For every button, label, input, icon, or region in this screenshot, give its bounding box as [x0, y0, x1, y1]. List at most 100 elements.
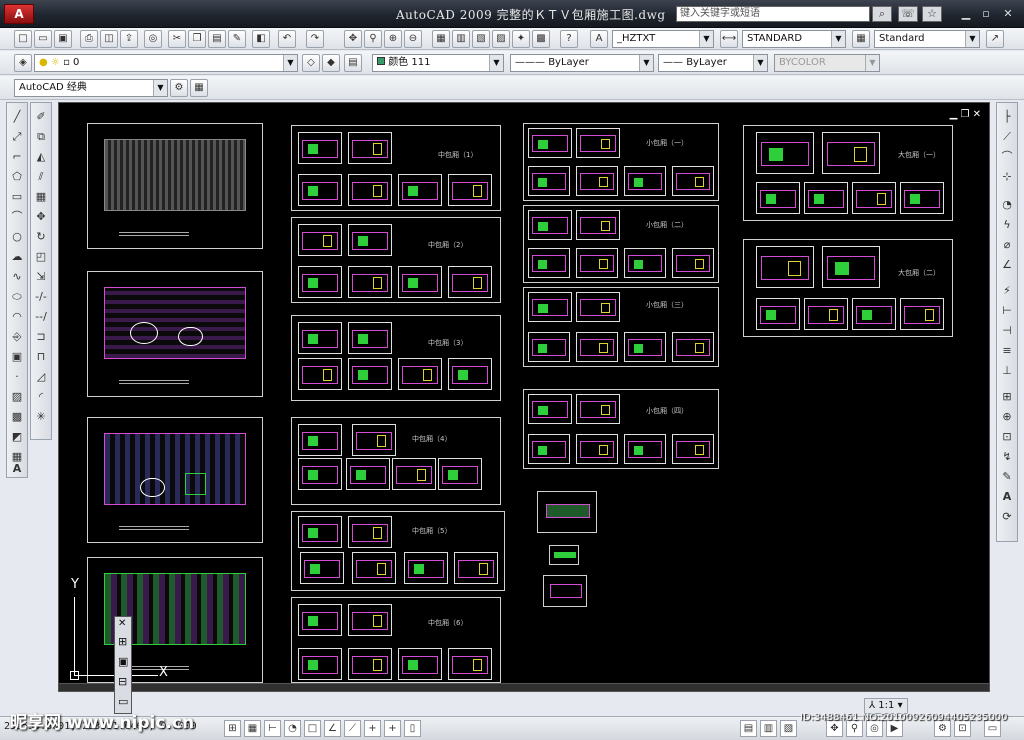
new-icon[interactable]: □: [14, 30, 32, 48]
dynamic-input-icon[interactable]: +: [364, 720, 381, 737]
point-icon[interactable]: ·: [9, 369, 25, 385]
lineweight-toggle-icon[interactable]: +: [384, 720, 401, 737]
gradient-icon[interactable]: ▩: [9, 409, 25, 425]
quick-dim-icon[interactable]: ⚡: [999, 283, 1015, 299]
linear-dim-icon[interactable]: ├: [999, 109, 1015, 125]
continue-dim-icon[interactable]: ⊣: [999, 323, 1015, 339]
dim-text-edit-icon[interactable]: A: [999, 489, 1015, 505]
line-icon[interactable]: ╱: [9, 109, 25, 125]
preview-icon[interactable]: ◫: [100, 30, 118, 48]
grid-display-icon[interactable]: ▦: [244, 720, 261, 737]
dim-break-icon[interactable]: ⊥: [999, 363, 1015, 379]
polygon-icon[interactable]: ⬠: [9, 169, 25, 185]
save-icon[interactable]: ▣: [54, 30, 72, 48]
block-editor-icon[interactable]: ◧: [252, 30, 270, 48]
layer-states-icon[interactable]: ◆: [322, 54, 340, 72]
viewport-minimize-icon[interactable]: ▁: [950, 109, 958, 120]
jogged-dim-icon[interactable]: ϟ: [999, 217, 1015, 233]
maximize-icon[interactable]: ▫: [978, 7, 994, 21]
tolerance-icon[interactable]: ⊞: [999, 389, 1015, 405]
floating-close-icon[interactable]: ✕: [118, 618, 126, 629]
viewport-restore-icon[interactable]: ❐: [960, 109, 969, 120]
stretch-icon[interactable]: ⇲: [33, 269, 49, 285]
model-space-icon[interactable]: ▤: [740, 720, 757, 737]
horizontal-scrollbar[interactable]: [59, 683, 989, 691]
layer-match-icon[interactable]: ▤: [344, 54, 362, 72]
sheet-set-icon[interactable]: ▨: [492, 30, 510, 48]
workspace-save-icon[interactable]: ▦: [190, 79, 208, 97]
layer-icon[interactable]: ◈: [14, 54, 32, 72]
object-snap-icon[interactable]: □: [304, 720, 321, 737]
text-icon[interactable]: A: [9, 461, 25, 477]
dynamic-ucs-icon[interactable]: ⟋: [344, 720, 361, 737]
print-icon[interactable]: ⎙: [80, 30, 98, 48]
paste-icon[interactable]: ▤: [208, 30, 226, 48]
dim-style-select[interactable]: STANDARD ▼: [742, 30, 846, 48]
mirror-icon[interactable]: ◭: [33, 149, 49, 165]
arc-icon[interactable]: ⌒: [9, 209, 25, 225]
region-icon[interactable]: ◩: [9, 429, 25, 445]
erase-icon[interactable]: ✐: [33, 109, 49, 125]
aligned-dim-icon[interactable]: ⟋: [999, 129, 1015, 145]
rotate-icon[interactable]: ↻: [33, 229, 49, 245]
layer-select[interactable]: ● ☼ ▫ 0 ▼: [34, 54, 298, 72]
tool-palettes-icon[interactable]: ▧: [472, 30, 490, 48]
explode-icon[interactable]: ✳: [33, 409, 49, 425]
ellipse-arc-icon[interactable]: ◠: [9, 309, 25, 325]
minimize-icon[interactable]: ▁: [958, 7, 974, 21]
radius-dim-icon[interactable]: ◔: [999, 197, 1015, 213]
search-icon[interactable]: ⌕: [872, 6, 892, 22]
scale-icon[interactable]: ◰: [33, 249, 49, 265]
tool-1-icon[interactable]: ⊞: [118, 635, 127, 648]
app-menu-button[interactable]: A: [4, 4, 34, 24]
layout-2-icon[interactable]: ▧: [780, 720, 797, 737]
break-icon[interactable]: ⊐: [33, 329, 49, 345]
markup-icon[interactable]: ✦: [512, 30, 530, 48]
ordinate-dim-icon[interactable]: ⊹: [999, 169, 1015, 185]
ellipse-icon[interactable]: ⬭: [9, 289, 25, 305]
lineweight-select[interactable]: —— ByLayer ▼: [658, 54, 768, 72]
zoom-window-icon[interactable]: ⊕: [384, 30, 402, 48]
make-block-icon[interactable]: ▣: [9, 349, 25, 365]
dim-update-icon[interactable]: ⟳: [999, 509, 1015, 525]
linetype-select[interactable]: ——— ByLayer ▼: [510, 54, 654, 72]
offset-icon[interactable]: ⫽: [33, 169, 49, 185]
calculator-icon[interactable]: ▩: [532, 30, 550, 48]
move-icon[interactable]: ✥: [33, 209, 49, 225]
dim-style-icon[interactable]: ⟷: [720, 30, 738, 48]
spline-icon[interactable]: ∿: [9, 269, 25, 285]
quick-properties-icon[interactable]: ▯: [404, 720, 421, 737]
extend-icon[interactable]: --/: [33, 309, 49, 325]
text-style-select[interactable]: _HZTXT ▼: [612, 30, 714, 48]
layer-previous-icon[interactable]: ◇: [302, 54, 320, 72]
tool-4-icon[interactable]: ▭: [118, 695, 128, 708]
angular-dim-icon[interactable]: ∠: [999, 257, 1015, 273]
circle-icon[interactable]: ○: [9, 229, 25, 245]
favorites-icon[interactable]: ☆: [922, 6, 942, 22]
table-style-icon[interactable]: ▦: [852, 30, 870, 48]
redo-icon[interactable]: ↷: [306, 30, 324, 48]
open-icon[interactable]: ▭: [34, 30, 52, 48]
model-space-canvas[interactable]: ▁ ❐ ✕ 中包厢（1） 中包厢（2） 中包厢（3） 中包厢（4） 中包厢（5）…: [58, 102, 990, 692]
search-input[interactable]: 键入关键字或短语: [676, 6, 870, 22]
polar-tracking-icon[interactable]: ◔: [284, 720, 301, 737]
insert-block-icon[interactable]: ⎆: [9, 329, 25, 345]
inspection-icon[interactable]: ⊡: [999, 429, 1015, 445]
table-style-select[interactable]: Standard ▼: [874, 30, 980, 48]
undo-icon[interactable]: ↶: [278, 30, 296, 48]
construction-line-icon[interactable]: ⤢: [9, 129, 25, 145]
cut-icon[interactable]: ✂: [168, 30, 186, 48]
text-style-icon[interactable]: A: [590, 30, 608, 48]
hatch-icon[interactable]: ▨: [9, 389, 25, 405]
chamfer-icon[interactable]: ◿: [33, 369, 49, 385]
zoom-previous-icon[interactable]: ⊖: [404, 30, 422, 48]
center-mark-icon[interactable]: ⊕: [999, 409, 1015, 425]
jogged-linear-icon[interactable]: ↯: [999, 449, 1015, 465]
dwf-icon[interactable]: ◎: [144, 30, 162, 48]
ortho-mode-icon[interactable]: ⊢: [264, 720, 281, 737]
tool-2-icon[interactable]: ▣: [118, 655, 128, 668]
object-snap-tracking-icon[interactable]: ∠: [324, 720, 341, 737]
communication-icon[interactable]: ☏: [898, 6, 918, 22]
plot-style-select[interactable]: BYCOLOR ▼: [774, 54, 880, 72]
arc-length-icon[interactable]: ⌒: [999, 149, 1015, 165]
